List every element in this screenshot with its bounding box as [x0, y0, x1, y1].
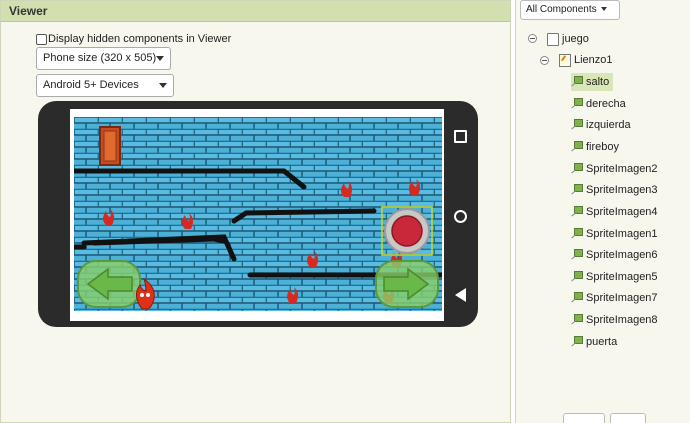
back-icon[interactable]	[455, 288, 466, 302]
home-icon[interactable]	[454, 210, 467, 223]
sprite-icon	[571, 162, 583, 176]
tree-item-spriteimagen8[interactable]: SpriteImagen8	[571, 311, 658, 329]
hidden-components-checkbox[interactable]	[36, 33, 47, 45]
sprite-icon	[571, 205, 583, 219]
components-panel: All Components juego Lienzo1 salto derec…	[515, 0, 690, 423]
tree-item-label: juego	[562, 33, 589, 45]
tree-item-label: SpriteImagen3	[586, 184, 658, 196]
sprite-icon	[571, 313, 583, 327]
tree-item-label: Lienzo1	[574, 54, 613, 66]
sprite-icon	[571, 183, 583, 197]
collapse-lienzo1-icon[interactable]	[540, 56, 549, 65]
sprite-icon	[571, 335, 583, 349]
chevron-down-icon	[159, 83, 167, 88]
tree-item-label: SpriteImagen1	[586, 228, 658, 240]
sprite-icon	[571, 270, 583, 284]
tree-item-spriteimagen7[interactable]: SpriteImagen7	[571, 289, 658, 307]
tree-item-lienzo1[interactable]: Lienzo1	[559, 51, 613, 69]
tree-item-label: SpriteImagen4	[586, 206, 658, 218]
phone-frame	[38, 101, 478, 327]
collapse-juego-icon[interactable]	[528, 34, 537, 43]
door-sprite[interactable]	[99, 126, 121, 166]
tree-item-label: SpriteImagen8	[586, 314, 658, 326]
sprite-icon	[571, 291, 583, 305]
tree-item-label: puerta	[586, 336, 618, 348]
tree-item-label: salto	[586, 76, 610, 88]
rename-button[interactable]	[563, 413, 605, 423]
sprite-icon	[571, 248, 583, 262]
canvas-icon	[559, 53, 571, 67]
tree-item-label: fireboy	[586, 141, 620, 153]
sprite-icon	[571, 140, 583, 154]
viewer-panel: Viewer Display hidden components in View…	[0, 0, 511, 423]
tree-item-label: izquierda	[586, 119, 631, 131]
phone-size-value: Phone size (320 x 505)	[43, 52, 157, 64]
viewer-title: Viewer	[1, 1, 510, 22]
screen-icon	[547, 32, 559, 46]
tree-item-puerta[interactable]: puerta	[571, 333, 617, 351]
canvas-lienzo1[interactable]	[74, 117, 442, 311]
chevron-down-icon	[156, 56, 164, 61]
device-theme-value: Android 5+ Devices	[43, 79, 139, 91]
sprite-icon	[571, 97, 583, 111]
izquierda-sprite[interactable]	[77, 260, 141, 308]
tree-item-label: SpriteImagen6	[586, 249, 658, 261]
tree-item-label: SpriteImagen2	[586, 163, 658, 175]
recent-apps-icon[interactable]	[454, 130, 467, 143]
tree-item-spriteimagen2[interactable]: SpriteImagen2	[571, 160, 658, 178]
tree-item-spriteimagen4[interactable]: SpriteImagen4	[571, 203, 658, 221]
tree-item-spriteimagen5[interactable]: SpriteImagen5	[571, 268, 658, 286]
game-scene	[74, 117, 442, 311]
component-tree: juego Lienzo1 salto derecha izquierda fi…	[516, 0, 690, 423]
delete-button[interactable]	[610, 413, 646, 423]
tree-item-spriteimagen1[interactable]: SpriteImagen1	[571, 225, 658, 243]
derecha-sprite[interactable]	[375, 260, 439, 308]
tree-item-fireboy[interactable]: fireboy	[571, 138, 619, 156]
display-hidden-components[interactable]: Display hidden components in Viewer	[36, 33, 231, 45]
hidden-components-label: Display hidden components in Viewer	[48, 33, 232, 45]
sprite-icon	[571, 75, 583, 89]
tree-item-juego[interactable]: juego	[547, 30, 589, 48]
tree-item-spriteimagen3[interactable]: SpriteImagen3	[571, 181, 658, 199]
tree-item-spriteimagen6[interactable]: SpriteImagen6	[571, 246, 658, 264]
sprite-icon	[571, 118, 583, 132]
phone-size-select[interactable]: Phone size (320 x 505)	[36, 47, 171, 70]
tree-item-derecha[interactable]: derecha	[571, 95, 626, 113]
tree-item-label: SpriteImagen7	[586, 292, 658, 304]
tree-item-label: SpriteImagen5	[586, 271, 658, 283]
tree-item-salto[interactable]: salto	[571, 73, 614, 91]
tree-item-izquierda[interactable]: izquierda	[571, 116, 631, 134]
sprite-icon	[571, 227, 583, 241]
device-theme-select[interactable]: Android 5+ Devices	[36, 74, 174, 97]
designer-root: Viewer Display hidden components in View…	[0, 0, 690, 423]
tree-item-label: derecha	[586, 98, 626, 110]
